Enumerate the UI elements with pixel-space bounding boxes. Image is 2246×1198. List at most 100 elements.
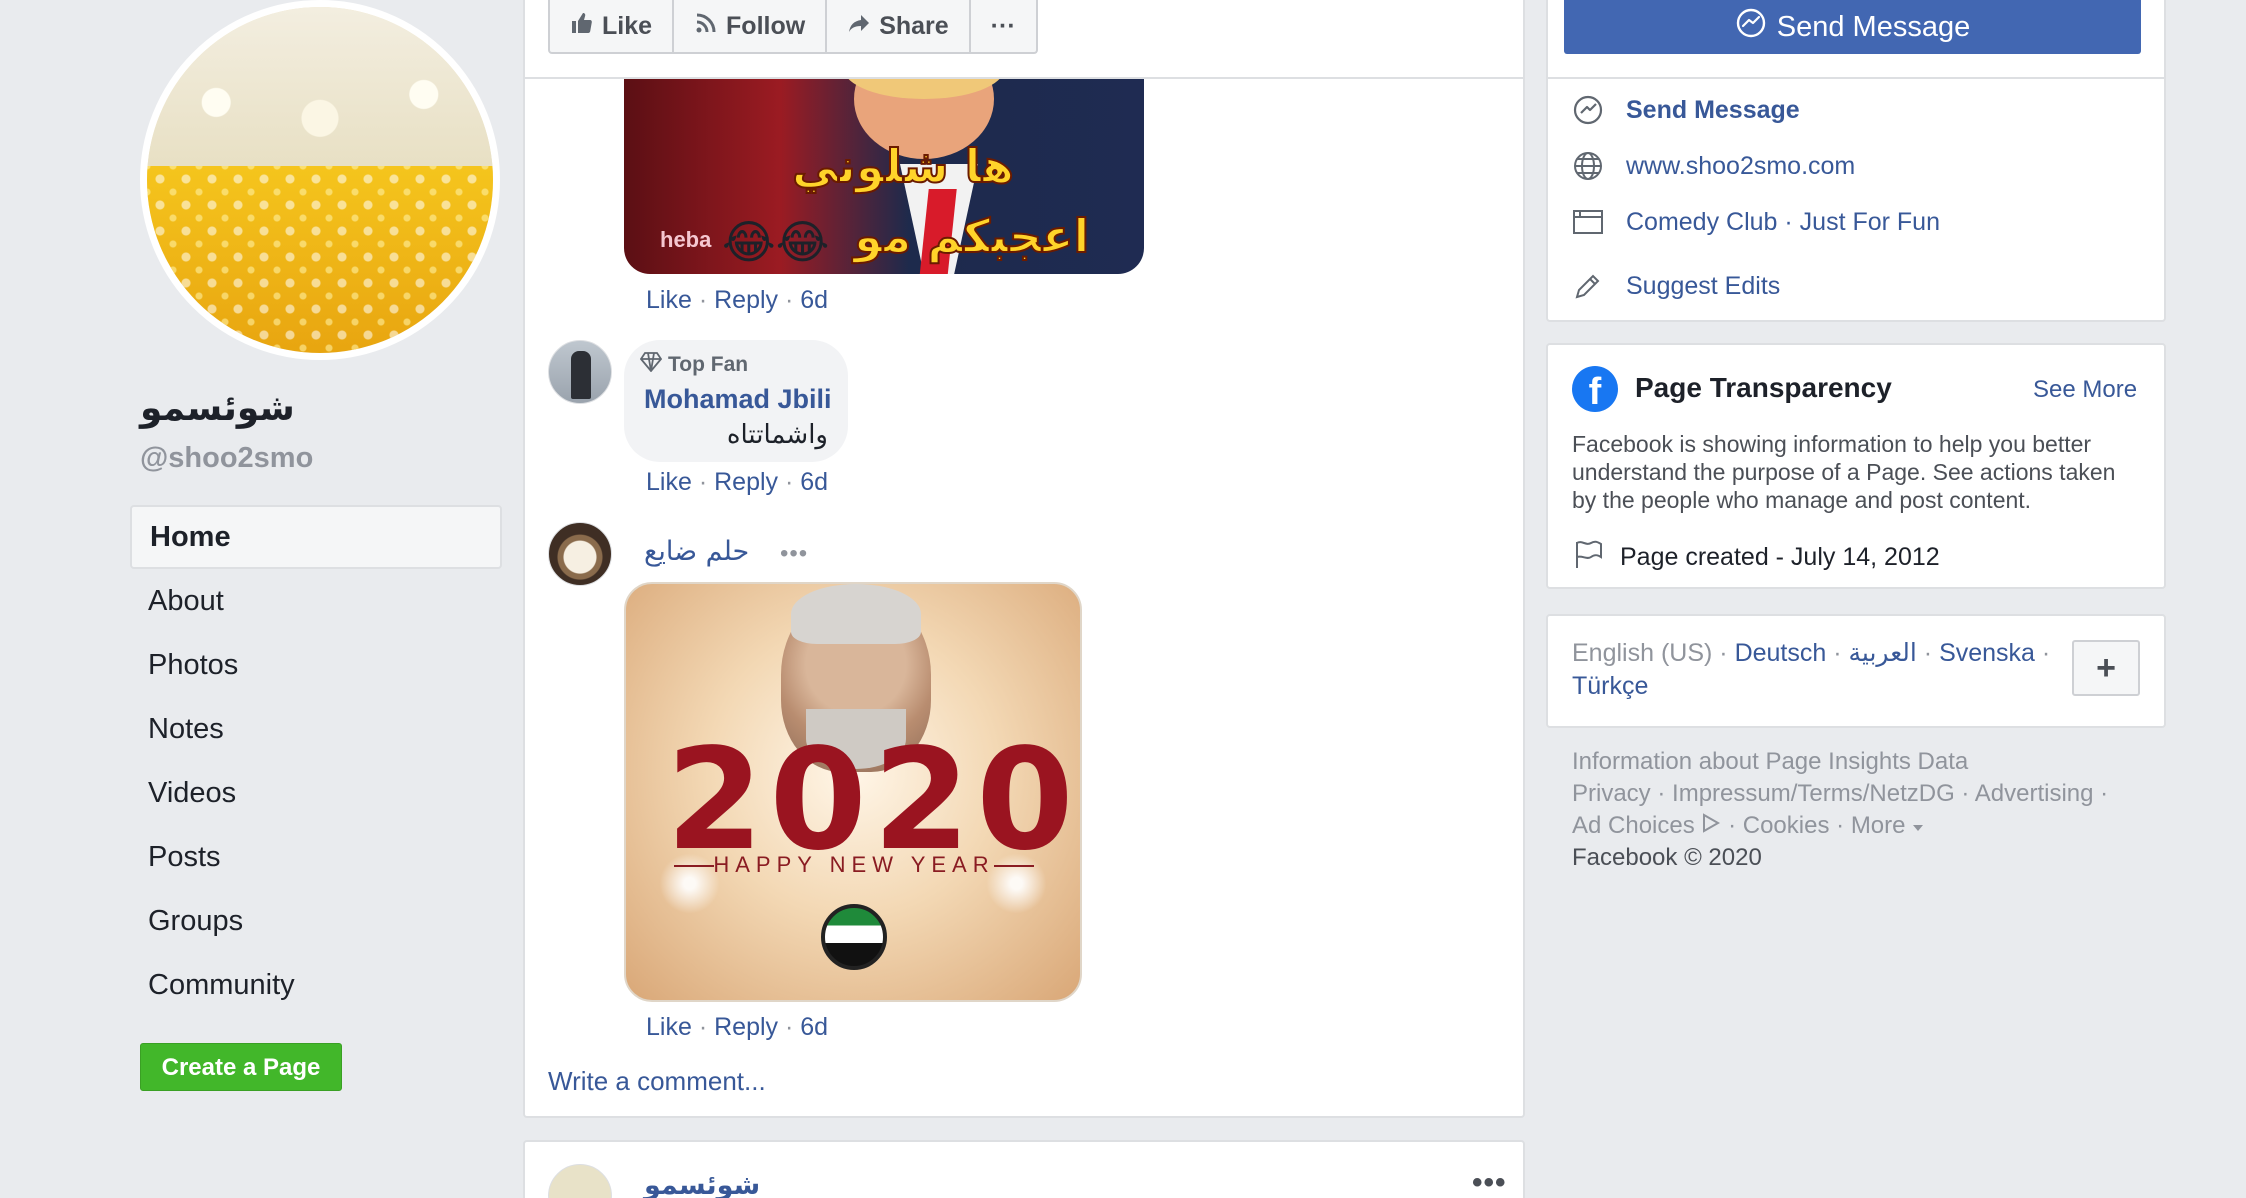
comment-like-link[interactable]: Like xyxy=(646,1013,692,1041)
about-website[interactable]: www.shoo2smo.com xyxy=(1572,150,1855,182)
footer-copyright: Facebook © 2020 xyxy=(1572,844,1762,871)
footer-links: Information about Page Insights Data Pri… xyxy=(1572,746,2152,874)
laughing-emoji-icon: 😂😂 xyxy=(722,216,830,268)
diamond-icon xyxy=(639,352,663,378)
flag-icon xyxy=(1572,538,1606,577)
avatar[interactable] xyxy=(548,522,612,586)
beer-foam-graphic xyxy=(147,7,493,167)
page-action-bar: Like Follow Share ··· xyxy=(548,0,1038,54)
comment-image-greeting[interactable]: 2020 HAPPY NEW YEAR xyxy=(624,582,1082,1002)
about-suggest-edits[interactable]: Suggest Edits xyxy=(1572,270,1780,302)
page-title[interactable]: شوئسمو xyxy=(140,388,295,429)
comment-actions: Like · Reply · 6d xyxy=(646,1013,828,1042)
emblem-logo-icon xyxy=(821,904,887,970)
comment-image-meme[interactable]: ها شلوني اعجبكم مو heba 😂😂 xyxy=(624,79,1144,274)
comment-like-link[interactable]: Like xyxy=(646,286,692,314)
comment-options-icon[interactable]: ••• xyxy=(780,540,808,568)
footer-insights-link[interactable]: Information about Page Insights Data xyxy=(1572,748,1968,775)
comment-actions: Like · Reply · 6d xyxy=(646,286,828,315)
comment-reply-link[interactable]: Reply xyxy=(714,468,778,496)
write-comment-input[interactable]: Write a comment... xyxy=(548,1066,766,1097)
thumbs-up-icon xyxy=(570,11,594,42)
share-page-button[interactable]: Share xyxy=(827,0,971,52)
portrait-hair xyxy=(791,584,921,644)
separator: · xyxy=(698,468,708,496)
add-language-button[interactable]: + xyxy=(2072,640,2140,696)
comment-reply-link[interactable]: Reply xyxy=(714,1013,778,1041)
sidebar-item-home[interactable]: Home xyxy=(130,505,502,569)
top-fan-label: Top Fan xyxy=(668,353,749,376)
language-arabic[interactable]: العربية xyxy=(1849,639,1917,667)
comment-like-link[interactable]: Like xyxy=(646,468,692,496)
share-arrow-icon xyxy=(847,11,871,42)
see-more-link[interactable]: See More xyxy=(2033,376,2137,404)
page-transparency-title: Page Transparency xyxy=(1635,372,1892,403)
comment-timestamp[interactable]: 6d xyxy=(800,468,828,496)
page-transparency-description: Facebook is showing information to help … xyxy=(1572,431,2116,513)
sidebar-item-about[interactable]: About xyxy=(130,569,502,633)
sidebar-item-groups[interactable]: Groups xyxy=(130,889,502,953)
language-svenska[interactable]: Svenska xyxy=(1939,639,2035,667)
more-options-button[interactable]: ··· xyxy=(971,0,1036,52)
create-page-button[interactable]: Create a Page xyxy=(140,1043,342,1091)
separator: · xyxy=(1657,780,1666,807)
messenger-icon xyxy=(1572,94,1604,126)
sidebar-item-notes[interactable]: Notes xyxy=(130,697,502,761)
footer-impressum-link[interactable]: Impressum/Terms/NetzDG xyxy=(1672,780,1955,807)
about-suggest-edits-label: Suggest Edits xyxy=(1626,271,1781,300)
meme-watermark: heba xyxy=(660,227,712,252)
comment-author[interactable]: Mohamad Jbili xyxy=(644,384,832,415)
avatar-figure xyxy=(571,351,591,399)
footer-more-link[interactable]: More xyxy=(1851,812,1906,839)
separator: · xyxy=(784,286,794,314)
post-author[interactable]: شوئسمو xyxy=(644,1170,760,1198)
about-category-label: Comedy Club · Just For Fun xyxy=(1626,207,1940,236)
like-page-button[interactable]: Like xyxy=(550,0,675,52)
separator: · xyxy=(784,468,794,496)
about-divider xyxy=(1546,77,2166,79)
comment-bubble: Top Fan Mohamad Jbili واشماتتاه xyxy=(624,340,848,462)
meme-caption-bottom: اعجبكم مو xyxy=(853,208,1090,264)
about-send-message[interactable]: Send Message xyxy=(1572,94,1800,126)
share-page-label: Share xyxy=(879,11,949,40)
comment-reply-link[interactable]: Reply xyxy=(714,286,778,314)
sidebar-item-photos[interactable]: Photos xyxy=(130,633,502,697)
sidebar-nav: Home About Photos Notes Videos Posts Gro… xyxy=(130,505,502,1017)
footer-privacy-link[interactable]: Privacy xyxy=(1572,780,1651,807)
post-options-icon[interactable]: ••• xyxy=(1472,1166,1507,1198)
globe-icon xyxy=(1572,150,1604,182)
language-turkce[interactable]: Türkçe xyxy=(1572,672,1648,700)
page-handle[interactable]: @shoo2smo xyxy=(140,442,313,475)
like-page-label: Like xyxy=(602,11,653,40)
beer-liquid-graphic xyxy=(147,166,493,353)
sidebar-item-community[interactable]: Community xyxy=(130,953,502,1017)
about-category[interactable]: Comedy Club · Just For Fun xyxy=(1572,206,1940,238)
follow-page-label: Follow xyxy=(726,11,806,40)
footer-cookies-link[interactable]: Cookies xyxy=(1743,812,1830,839)
separator: · xyxy=(698,286,708,314)
separator: · xyxy=(1719,639,1728,667)
sidebar-item-posts[interactable]: Posts xyxy=(130,825,502,889)
comment-timestamp[interactable]: 6d xyxy=(800,1013,828,1041)
page-profile-picture[interactable] xyxy=(140,0,500,360)
comment-timestamp[interactable]: 6d xyxy=(800,286,828,314)
footer-ad-choices-link[interactable]: Ad Choices xyxy=(1572,812,1695,839)
separator: · xyxy=(2041,639,2051,667)
separator: · xyxy=(698,1013,708,1041)
sidebar-item-videos[interactable]: Videos xyxy=(130,761,502,825)
pencil-icon xyxy=(1572,270,1604,302)
comment-text: واشماتتاه xyxy=(726,420,828,450)
avatar[interactable] xyxy=(548,340,612,404)
separator: · xyxy=(1836,812,1845,839)
separator: · xyxy=(1833,639,1842,667)
separator: · xyxy=(784,1013,794,1041)
footer-advertising-link[interactable]: Advertising xyxy=(1975,780,2094,807)
separator: · xyxy=(1961,780,1970,807)
send-message-button[interactable]: Send Message xyxy=(1564,0,2141,54)
messenger-icon xyxy=(1735,7,1767,47)
comment-author[interactable]: حلم ضايع xyxy=(644,536,749,567)
language-deutsch[interactable]: Deutsch xyxy=(1735,639,1827,667)
ad-choices-icon xyxy=(1701,812,1721,839)
follow-page-button[interactable]: Follow xyxy=(674,0,828,52)
separator: · xyxy=(1728,812,1737,839)
